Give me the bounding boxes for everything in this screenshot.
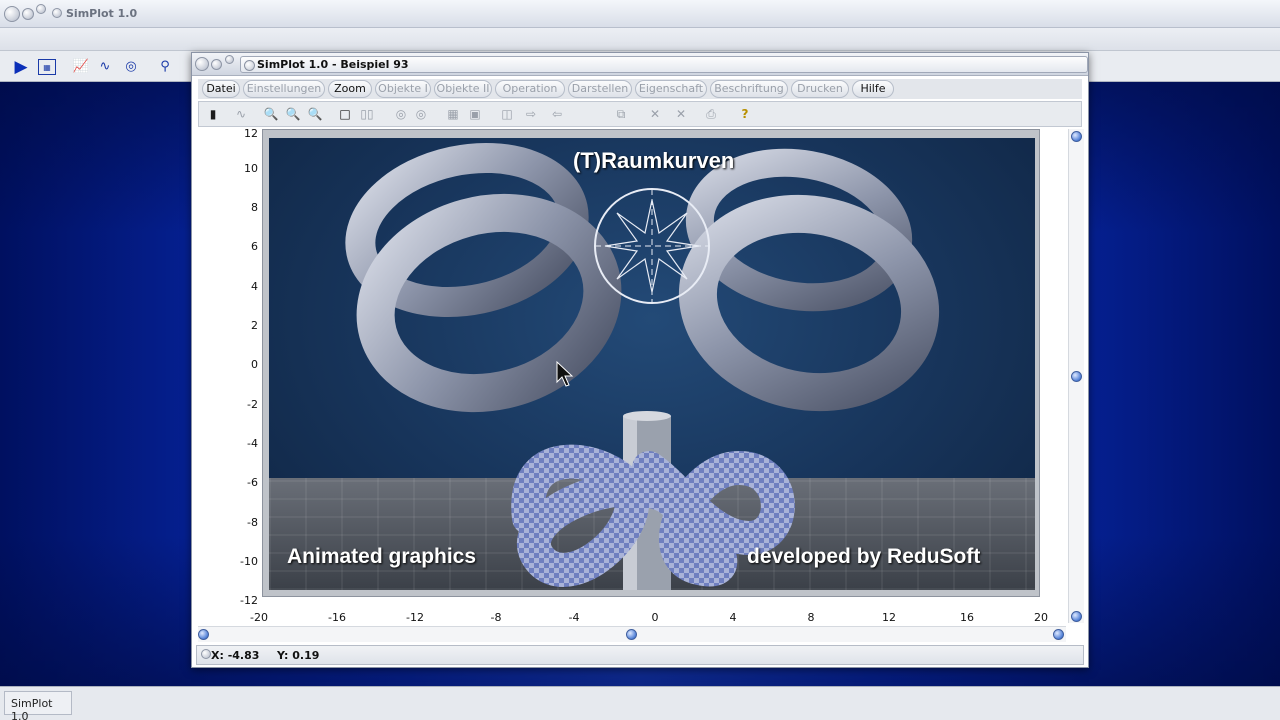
y-tick: -8 [247,516,258,529]
y-tick: -2 [247,398,258,411]
menu-hilfe[interactable]: Hilfe [852,80,894,98]
parametric-chart-icon[interactable]: ∿ [96,59,114,75]
cross2-icon[interactable]: ✕ [671,105,691,123]
menu-drucken[interactable]: Drucken [791,80,849,98]
window-close-icon[interactable] [195,57,209,71]
horizontal-scrollbar[interactable] [198,626,1066,642]
plot-toolbar: ▮ ∿ 🔍 🔍 🔍 □ ▯▯ ◎ ◎ ▦ ▣ ◫ ⇨ ⇦ ⧉ ✕ ✕ ⎙ ? [198,101,1082,127]
scroll-right-icon[interactable] [1053,629,1064,640]
menubar: Datei Einstellungen Zoom Objekte I Objek… [198,79,1082,99]
y-tick: 10 [244,162,258,175]
y-tick: 2 [251,319,258,332]
line-chart-icon[interactable]: 📈 [72,59,90,75]
x-tick: -8 [490,611,502,624]
y-tick: -6 [247,476,258,489]
y-tick: 0 [251,358,258,371]
polar-chart-icon[interactable]: ◎ [122,59,140,75]
x-tick: -4 [568,611,580,624]
frame-icon[interactable]: □ [335,105,355,123]
scroll-down-icon[interactable] [1071,611,1082,622]
status-circle-icon [201,649,211,659]
menu-zoom[interactable]: Zoom [328,80,372,98]
menu-eigenschaft[interactable]: Eigenschaft [635,80,707,98]
target-icon[interactable]: ◎ [391,105,411,123]
menu-circle-icon[interactable] [52,8,62,18]
animated-scene: (T)Raumkurven Animated graphics develope… [269,138,1035,590]
menu-objekte-1[interactable]: Objekte I [375,80,431,98]
scroll-left-icon[interactable] [198,629,209,640]
scene-right-caption: developed by ReduSoft [747,545,981,568]
app-statusbar: SimPlot 1.0 [0,686,1280,720]
y-tick: 6 [251,240,258,253]
menu-operation[interactable]: Operation [495,80,565,98]
copy-icon[interactable]: ⧉ [611,105,631,123]
zoom-out-icon[interactable]: 🔍 [261,105,281,123]
x-tick: 8 [807,611,815,624]
x-tick: 16 [960,611,974,624]
plot-window: SimPlot 1.0 - Beispiel 93 Datei Einstell… [191,52,1089,668]
help-icon[interactable]: ? [735,105,755,123]
scene-left-caption: Animated graphics [287,545,477,568]
plot-canvas[interactable]: (T)Raumkurven Animated graphics develope… [262,129,1040,597]
split-icon[interactable]: ◫ [497,105,517,123]
y-coordinate: Y: 0.19 [277,649,320,662]
grid-icon[interactable]: ▦ [443,105,463,123]
frames-icon[interactable]: ▯▯ [357,105,377,123]
window-maximize-icon[interactable] [225,55,234,64]
minimize-circle-icon[interactable] [22,8,34,20]
filter-icon[interactable]: ⚲ [156,59,174,75]
scene-title: (T)Raumkurven [573,148,735,173]
image-icon[interactable]: ▣ [465,105,485,123]
y-tick: -10 [240,555,258,568]
x-tick: 12 [882,611,896,624]
menu-datei[interactable]: Datei [202,80,240,98]
y-tick: -12 [240,594,258,607]
plot-window-titlebar[interactable]: SimPlot 1.0 - Beispiel 93 [192,53,1088,76]
window-minimize-icon[interactable] [211,59,222,70]
curve-icon[interactable]: ∿ [231,105,251,123]
vertical-scrollbar[interactable] [1068,129,1084,623]
device-icon[interactable]: ▮ [203,105,223,123]
y-tick: 12 [244,127,258,140]
scene-shapes [345,142,940,590]
outer-titlebar: SimPlot 1.0 [0,0,1280,28]
x-tick: -16 [328,611,346,624]
y-tick: -4 [247,437,258,450]
x-tick: -20 [250,611,268,624]
scroll-thumb-horizontal[interactable] [626,629,637,640]
scroll-thumb-vertical[interactable] [1071,371,1082,382]
x-tick: 0 [651,611,659,624]
target2-icon[interactable]: ◎ [411,105,431,123]
menu-darstellen[interactable]: Darstellen [568,80,632,98]
close-circle-icon[interactable] [4,6,20,22]
menu-objekte-2[interactable]: Objekte II [434,80,492,98]
zoom-reset-icon[interactable]: 🔍 [283,105,303,123]
x-tick: 20 [1034,611,1048,624]
print-icon[interactable]: ⎙ [701,105,721,123]
status-app-label: SimPlot 1.0 [4,691,72,720]
maximize-circle-icon[interactable] [36,4,46,14]
arrow-right-icon[interactable]: ⇨ [521,105,541,123]
arrow-left-icon[interactable]: ⇦ [547,105,567,123]
y-tick: 8 [251,201,258,214]
app-title: SimPlot 1.0 [66,7,138,20]
play-icon[interactable]: ▶ [12,59,30,76]
cross-icon[interactable]: ✕ [645,105,665,123]
coordinate-statusbar: X: -4.83 Y: 0.19 [196,645,1084,665]
outer-menubar [0,28,1280,50]
menu-einstellungen[interactable]: Einstellungen [243,80,325,98]
x-tick: 4 [729,611,737,624]
scroll-up-icon[interactable] [1071,131,1082,142]
x-tick: -12 [406,611,424,624]
menu-beschriftung[interactable]: Beschriftung [710,80,788,98]
y-tick: 4 [251,280,258,293]
table-icon[interactable]: ▦ [38,59,56,75]
plot-window-title: SimPlot 1.0 - Beispiel 93 [240,56,1088,73]
x-coordinate: X: -4.83 [211,649,260,662]
zoom-in-icon[interactable]: 🔍 [305,105,325,123]
